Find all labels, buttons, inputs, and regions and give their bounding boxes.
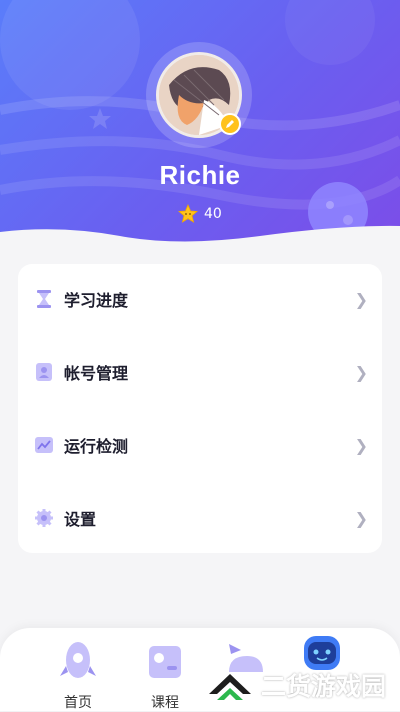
- username: Richie: [159, 160, 241, 190]
- watermark: 二货游戏园: [205, 667, 386, 703]
- watermark-logo: [209, 674, 251, 700]
- account-icon: [35, 363, 53, 381]
- tab-course[interactable]: 课程: [135, 636, 195, 711]
- chevron-right-icon: ❯: [354, 435, 368, 455]
- chevron-right-icon: ❯: [354, 508, 368, 528]
- star-count: 40: [178, 204, 222, 224]
- star-icon: [178, 204, 198, 223]
- chevron-right-icon: ❯: [354, 362, 368, 382]
- hourglass-icon: [35, 290, 53, 308]
- menu-label: 运行检测: [64, 437, 129, 456]
- gear-icon: [35, 509, 53, 527]
- tab-label: 课程: [151, 695, 179, 711]
- course-icon: [149, 646, 181, 678]
- menu-label: 设置: [64, 510, 97, 529]
- menu-label: 学习进度: [64, 291, 129, 310]
- pencil-icon: [226, 120, 234, 128]
- edit-avatar-button[interactable]: [219, 113, 241, 135]
- menu-label: 帐号管理: [64, 364, 129, 383]
- chart-line-icon: [35, 436, 53, 454]
- profile-header: Richie 40: [0, 0, 400, 250]
- chevron-right-icon: ❯: [354, 289, 368, 309]
- menu-item-study-progress[interactable]: 学习进度 ❯: [18, 269, 382, 329]
- menu-item-run-check[interactable]: 运行检测 ❯: [18, 415, 382, 475]
- rocket-icon: [60, 642, 96, 678]
- star-count-value: 40: [204, 206, 222, 222]
- menu-item-account[interactable]: 帐号管理 ❯: [18, 342, 382, 402]
- tab-home[interactable]: 首页: [48, 636, 108, 711]
- menu-card: 学习进度 ❯ 帐号管理 ❯ 运行检测 ❯ 设置 ❯: [18, 264, 382, 553]
- watermark-text: 二货游戏园: [261, 672, 387, 701]
- menu-item-settings[interactable]: 设置 ❯: [18, 488, 382, 548]
- tab-label: 首页: [64, 695, 92, 711]
